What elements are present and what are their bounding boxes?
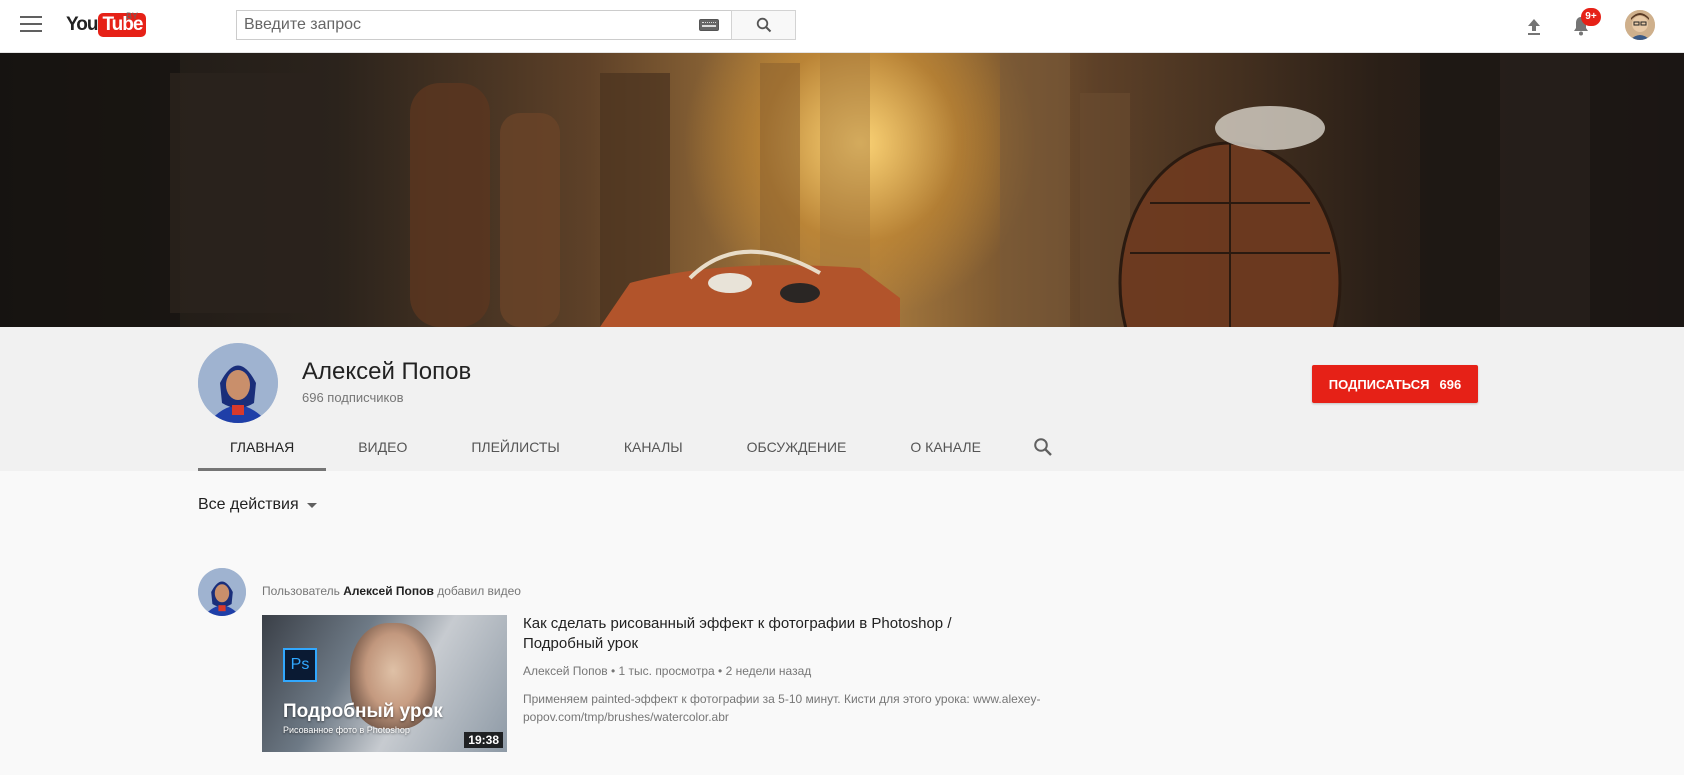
activity-filter-dropdown[interactable]: Все действия [198, 496, 317, 514]
channel-banner: G+ [0, 53, 1684, 327]
thumbnail-title: Подробный урок [283, 701, 443, 722]
tab-channels[interactable]: КАНАЛЫ [592, 423, 715, 471]
tab-about[interactable]: О КАНАЛЕ [878, 423, 1013, 471]
channel-header: Алексей Попов 696 подписчиков ПОДПИСАТЬС… [0, 327, 1684, 471]
photoshop-icon: Ps [283, 648, 317, 682]
video-author-link[interactable]: Алексей Попов [523, 664, 608, 678]
avatar-image [1625, 10, 1655, 40]
meta-separator: • [718, 664, 726, 678]
logo-region: BY [126, 11, 139, 21]
activity-avatar[interactable] [198, 568, 246, 616]
activity-avatar-image [198, 568, 246, 616]
account-avatar[interactable] [1625, 10, 1655, 40]
search-icon [756, 17, 771, 33]
video-title-link[interactable]: Как сделать рисованный эффект к фотограф… [523, 614, 1003, 654]
activity-user-link[interactable]: Алексей Попов [343, 584, 434, 598]
tab-videos[interactable]: ВИДЕО [326, 423, 439, 471]
activity-description: Пользователь Алексей Попов добавил видео [262, 584, 521, 598]
thumbnail-subtitle: Рисованное фото в Photoshop [283, 725, 410, 735]
video-duration: 19:38 [464, 732, 503, 748]
logo-tube-text: Tube [98, 13, 147, 37]
tab-playlists[interactable]: ПЛЕЙЛИСТЫ [439, 423, 592, 471]
activity-suffix: добавил видео [437, 584, 521, 598]
meta-separator: • [610, 664, 619, 678]
masthead: You Tube BY 9+ [0, 0, 1684, 53]
youtube-logo[interactable]: You Tube BY [66, 11, 147, 37]
search-box [236, 10, 732, 40]
video-age: 2 недели назад [725, 664, 812, 678]
video-views: 1 тыс. просмотра [618, 664, 715, 678]
subscribe-count: 696 [1439, 376, 1462, 392]
channel-avatar-image [198, 343, 278, 423]
activity-filter-label: Все действия [198, 496, 299, 513]
chevron-down-icon [306, 502, 317, 508]
upload-button[interactable] [1522, 14, 1546, 38]
keyboard-icon[interactable] [699, 19, 719, 31]
video-meta: Алексей Попов • 1 тыс. просмотра • 2 нед… [523, 664, 811, 678]
subscribe-button[interactable]: ПОДПИСАТЬСЯ 696 [1312, 365, 1478, 403]
channel-tabs: ГЛАВНАЯ ВИДЕО ПЛЕЙЛИСТЫ КАНАЛЫ ОБСУЖДЕНИ… [198, 423, 1073, 471]
subscribe-label: ПОДПИСАТЬСЯ [1328, 376, 1430, 392]
channel-avatar[interactable] [198, 343, 278, 423]
search-icon [1034, 438, 1052, 456]
search-input[interactable] [237, 11, 699, 39]
video-thumbnail[interactable]: Ps Подробный урок Рисованное фото в Phot… [262, 615, 507, 752]
logo-you-text: You [66, 14, 99, 35]
search-button[interactable] [731, 10, 796, 40]
menu-icon[interactable] [20, 16, 42, 34]
channel-title: Алексей Попов [302, 358, 472, 385]
notifications-badge: 9+ [1581, 8, 1601, 26]
subscriber-count: 696 подписчиков [302, 390, 404, 405]
activity-prefix: Пользователь [262, 584, 340, 598]
channel-search-button[interactable] [1013, 423, 1073, 471]
tab-home[interactable]: ГЛАВНАЯ [198, 423, 327, 471]
tab-discussion[interactable]: ОБСУЖДЕНИЕ [715, 423, 879, 471]
upload-icon [1528, 19, 1540, 35]
banner-artwork [0, 53, 1684, 327]
video-description: Применяем painted-эффект к фотографии за… [523, 692, 1041, 724]
